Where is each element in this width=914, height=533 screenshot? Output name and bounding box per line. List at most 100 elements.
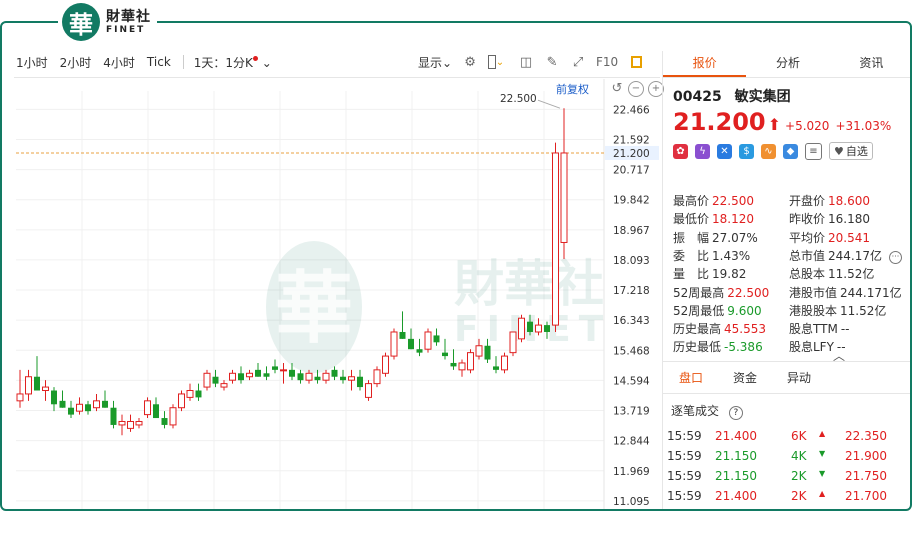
kline-selector[interactable]: 1天：1分K ⌄ xyxy=(194,54,272,71)
camera-icon[interactable]: ◫ xyxy=(518,54,534,70)
candle-body xyxy=(68,407,74,415)
tab-quote[interactable]: 报价 xyxy=(663,51,747,77)
price-row: 21.200 ⬆ +5.020 +31.03% xyxy=(663,106,910,136)
candle-body xyxy=(42,386,49,392)
tab-analysis[interactable]: 分析 xyxy=(746,51,829,77)
color-square-icon[interactable]: ⌄ xyxy=(488,54,504,70)
tab-capital[interactable]: 资金 xyxy=(733,369,757,386)
tick-ref-price: 22.350 xyxy=(845,429,887,443)
candle-body xyxy=(195,390,202,398)
tab-news[interactable]: 资讯 xyxy=(830,51,910,77)
y-tick-label: 18.967 xyxy=(613,225,650,237)
bolt-icon[interactable]: ϟ xyxy=(695,143,710,159)
up-triangle-icon: ▲ xyxy=(819,489,826,498)
fullscreen-icon[interactable]: ⤢ xyxy=(570,54,586,70)
candle-body xyxy=(169,407,177,426)
f10-button[interactable]: F10 xyxy=(596,54,618,70)
candle-body xyxy=(135,420,143,426)
stat-label: 总股本 xyxy=(789,267,826,282)
current-price-label: 21.200 xyxy=(613,148,650,160)
toolbar-divider xyxy=(182,55,184,69)
pen-draw-icon[interactable]: ✎ xyxy=(544,54,560,70)
stat-label: 历史最低 xyxy=(673,340,722,355)
quote-panel: 报价 分析 资讯 00425 敏实集团 21.200 ⬆ +5.020 +31.… xyxy=(662,51,910,509)
stock-header: 00425 敏实集团 xyxy=(663,78,910,106)
candle-body xyxy=(16,393,24,402)
stat-label: 平均价 xyxy=(789,230,826,245)
candle-body xyxy=(365,383,372,398)
stat-value: 244.17亿 xyxy=(828,248,883,263)
stat-label: 振 幅 xyxy=(673,230,710,245)
stat-label: 港股市值 xyxy=(789,285,838,300)
tick-row: 15:59 21.400 2K ▲ 21.700 xyxy=(667,489,907,503)
y-tick-label: 15.468 xyxy=(613,345,650,357)
candle-body xyxy=(544,325,550,332)
settings-gear-icon[interactable]: ⚙ xyxy=(462,54,478,70)
tick-ref-price: 21.750 xyxy=(845,469,887,483)
candle-body xyxy=(51,390,57,405)
tab-orderbook[interactable]: 盘口 xyxy=(679,369,703,386)
candle-body xyxy=(433,335,440,343)
y-tick-label: 22.466 xyxy=(613,104,650,116)
candle-body xyxy=(161,418,168,425)
high-price-label: 22.500 xyxy=(500,93,537,105)
kline-chart[interactable]: 22.466 21.592 20.717 19.842 18.967 18.093 17.2… xyxy=(14,79,660,509)
panel-toggle-icon[interactable] xyxy=(628,54,644,70)
tick-volume: 6K xyxy=(791,429,807,443)
candle-body xyxy=(102,400,108,408)
tick-price: 21.150 xyxy=(715,449,757,463)
period-1h[interactable]: 1小时 xyxy=(16,54,48,71)
candle-body xyxy=(527,321,533,332)
dollar-icon[interactable]: $ xyxy=(739,143,754,159)
stat-row: 历史最低 -5.386 xyxy=(673,338,763,355)
add-watchlist-button[interactable]: ♥ 自选 xyxy=(829,142,873,160)
candle-body xyxy=(178,393,185,409)
section-tabs: 盘口 资金 异动 xyxy=(663,369,910,386)
stat-value: 18.600 xyxy=(828,194,871,208)
candle-body xyxy=(450,362,457,367)
stat-value: -5.386 xyxy=(724,340,763,355)
stat-row: 股息TTM -- xyxy=(789,320,849,337)
ticks-title-text: 逐笔成交 xyxy=(671,404,720,418)
tick-price: 21.400 xyxy=(715,429,757,443)
candle-body xyxy=(246,372,253,378)
y-tick-label: 11.095 xyxy=(613,496,650,508)
stock-code: 00425 xyxy=(673,89,722,105)
tag-icon[interactable]: ◆ xyxy=(783,143,798,159)
hk-connect-icon[interactable]: ✿ xyxy=(673,143,688,159)
stat-label: 股息LFY xyxy=(789,340,834,355)
candle-body xyxy=(203,372,211,388)
stat-row: 最低价 18.120 xyxy=(673,210,754,227)
candle-body xyxy=(144,400,151,416)
more-icon[interactable]: ··· xyxy=(889,251,902,264)
candle-body xyxy=(535,324,542,333)
kline-svg: 22.466 21.592 20.717 19.842 18.967 18.093 17.2… xyxy=(16,79,659,509)
period-toolbar: 1小时 2小时 4小时 Tick 1天：1分K ⌄ xyxy=(16,51,284,73)
candle-body xyxy=(458,362,466,371)
stat-row: 总市值 244.17亿 xyxy=(789,247,882,264)
tick-time: 15:59 xyxy=(667,489,702,503)
period-2h[interactable]: 2小时 xyxy=(60,54,92,71)
up-arrow-icon: ⬆ xyxy=(767,115,782,134)
stat-row: 昨收价 16.180 xyxy=(789,210,870,227)
y-tick-label: 16.343 xyxy=(613,315,650,327)
document-icon[interactable]: ≡ xyxy=(805,142,822,160)
tick-row: 15:59 21.150 4K ▼ 21.900 xyxy=(667,449,907,463)
heart-icon: ♥ xyxy=(834,144,844,158)
exchange-icon[interactable]: ✕ xyxy=(717,143,732,159)
tick-price: 21.150 xyxy=(715,469,757,483)
finet-logo: 華 財華社 FINET xyxy=(58,0,157,44)
help-icon[interactable]: ? xyxy=(728,406,743,420)
display-menu[interactable]: 显示⌄ xyxy=(418,54,452,71)
period-tick[interactable]: Tick xyxy=(147,55,171,69)
stat-value: 22.500 xyxy=(712,194,755,208)
trend-icon[interactable]: ∿ xyxy=(761,143,776,159)
candle-body xyxy=(357,376,363,388)
stat-label: 量 比 xyxy=(673,267,710,282)
stat-value: 16.180 xyxy=(828,212,871,227)
new-dot-icon xyxy=(252,55,258,61)
stat-value: 19.82 xyxy=(712,267,747,282)
period-4h[interactable]: 4小时 xyxy=(103,54,135,71)
tab-movements[interactable]: 异动 xyxy=(787,369,811,386)
stat-value: 1.43% xyxy=(712,248,751,263)
